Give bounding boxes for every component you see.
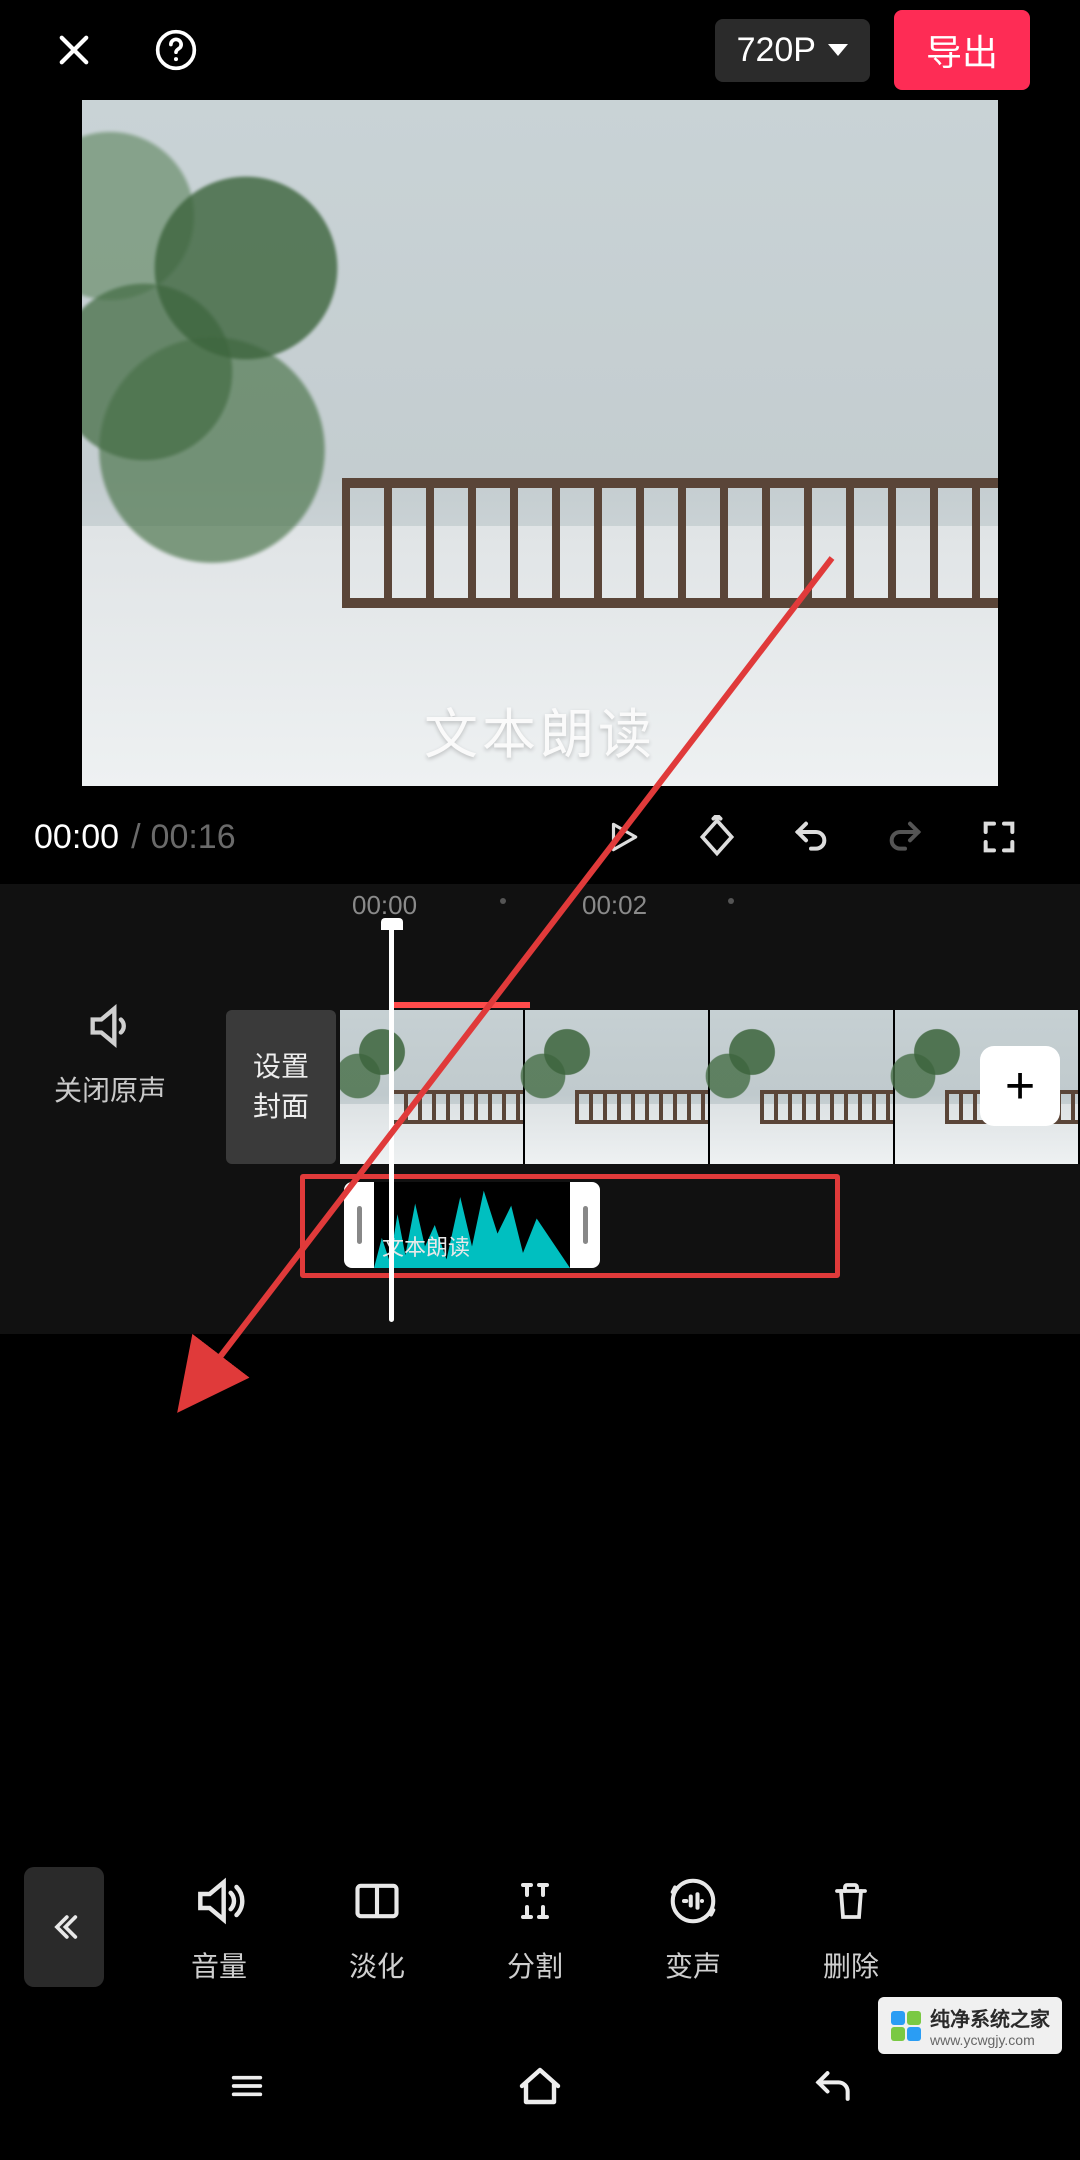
tool-label: 变声 — [614, 1945, 772, 1985]
voice-change-icon — [614, 1869, 772, 1933]
plus-icon: + — [1005, 1056, 1035, 1116]
video-thumb — [525, 1010, 710, 1164]
tool-fade[interactable]: 淡化 — [298, 1869, 456, 1985]
tool-label: 音量 — [140, 1945, 298, 1985]
clip-handle-left[interactable] — [344, 1182, 374, 1268]
time-separator: / — [131, 818, 140, 857]
keyframe-button[interactable] — [682, 807, 752, 867]
help-icon[interactable] — [152, 26, 200, 74]
resolution-button[interactable]: 720P — [715, 19, 870, 82]
watermark-url: www.ycwgjy.com — [930, 2032, 1050, 2048]
nav-home-icon[interactable] — [492, 2054, 588, 2118]
audio-clip[interactable]: 文本朗读 — [344, 1182, 600, 1268]
split-icon — [456, 1869, 614, 1933]
chevron-down-icon — [828, 44, 848, 56]
ruler-tick: 00:00 — [352, 890, 417, 921]
tool-delete[interactable]: 删除 — [772, 1869, 930, 1985]
set-cover-button[interactable]: 设置 封面 — [226, 1010, 336, 1164]
play-button[interactable] — [588, 807, 658, 867]
volume-icon — [140, 1869, 298, 1933]
fade-icon — [298, 1869, 456, 1933]
playback-bar: 00:00 / 00:16 — [0, 786, 1080, 882]
add-clip-button[interactable]: + — [980, 1046, 1060, 1126]
current-time: 00:00 — [34, 818, 119, 857]
watermark-logo-icon — [890, 2010, 922, 2042]
preview-text-overlay: 文本朗读 — [424, 690, 656, 769]
preview-fence — [342, 478, 998, 648]
redo-button[interactable] — [870, 807, 940, 867]
clip-handle-right[interactable] — [570, 1182, 600, 1268]
video-thumb — [710, 1010, 895, 1164]
undo-button[interactable] — [776, 807, 846, 867]
ruler-dot — [728, 898, 734, 904]
nav-menu-icon[interactable] — [199, 2054, 295, 2118]
video-clip-strip[interactable] — [340, 1010, 1080, 1164]
tool-label: 分割 — [456, 1945, 614, 1985]
top-bar: 720P 导出 — [0, 0, 1080, 100]
preview-tree — [82, 100, 382, 580]
watermark: 纯净系统之家 www.ycwgjy.com — [878, 1997, 1062, 2054]
ruler-tick: 00:02 — [582, 890, 647, 921]
close-icon[interactable] — [50, 26, 98, 74]
speaker-icon — [84, 1000, 136, 1052]
resolution-label: 720P — [737, 31, 816, 70]
export-button[interactable]: 导出 — [894, 10, 1030, 90]
tool-label: 删除 — [772, 1945, 930, 1985]
audio-waveform: 文本朗读 — [374, 1182, 570, 1268]
edit-toolbar: 音量 淡化 分割 变声 删除 — [0, 1842, 1080, 2012]
tool-voice-change[interactable]: 变声 — [614, 1869, 772, 1985]
audio-clip-label: 文本朗读 — [382, 1230, 470, 1262]
delete-icon — [772, 1869, 930, 1933]
nav-back-icon[interactable] — [785, 2054, 881, 2118]
total-time: 00:16 — [151, 818, 236, 857]
audio-track: 文本朗读 — [0, 1180, 1080, 1270]
mute-label: 关闭原声 — [0, 1069, 220, 1109]
ruler-dot — [500, 898, 506, 904]
tool-volume[interactable]: 音量 — [140, 1869, 298, 1985]
tool-label: 淡化 — [298, 1945, 456, 1985]
video-thumb — [340, 1010, 525, 1164]
fullscreen-button[interactable] — [964, 807, 1034, 867]
video-track: 关闭原声 设置 封面 + — [0, 1010, 1080, 1164]
timeline[interactable]: 00:00 00:02 关闭原声 设置 封面 + — [0, 884, 1080, 1334]
chevron-left-double-icon — [47, 1903, 81, 1951]
mute-original-audio[interactable]: 关闭原声 — [0, 1000, 220, 1109]
playhead[interactable] — [389, 924, 394, 1322]
video-progress-indicator — [390, 1002, 530, 1008]
watermark-title: 纯净系统之家 — [930, 2003, 1050, 2032]
video-preview[interactable]: 文本朗读 — [82, 100, 998, 786]
time-ruler: 00:00 00:02 — [0, 884, 1080, 924]
tool-split[interactable]: 分割 — [456, 1869, 614, 1985]
back-button[interactable] — [24, 1867, 104, 1987]
